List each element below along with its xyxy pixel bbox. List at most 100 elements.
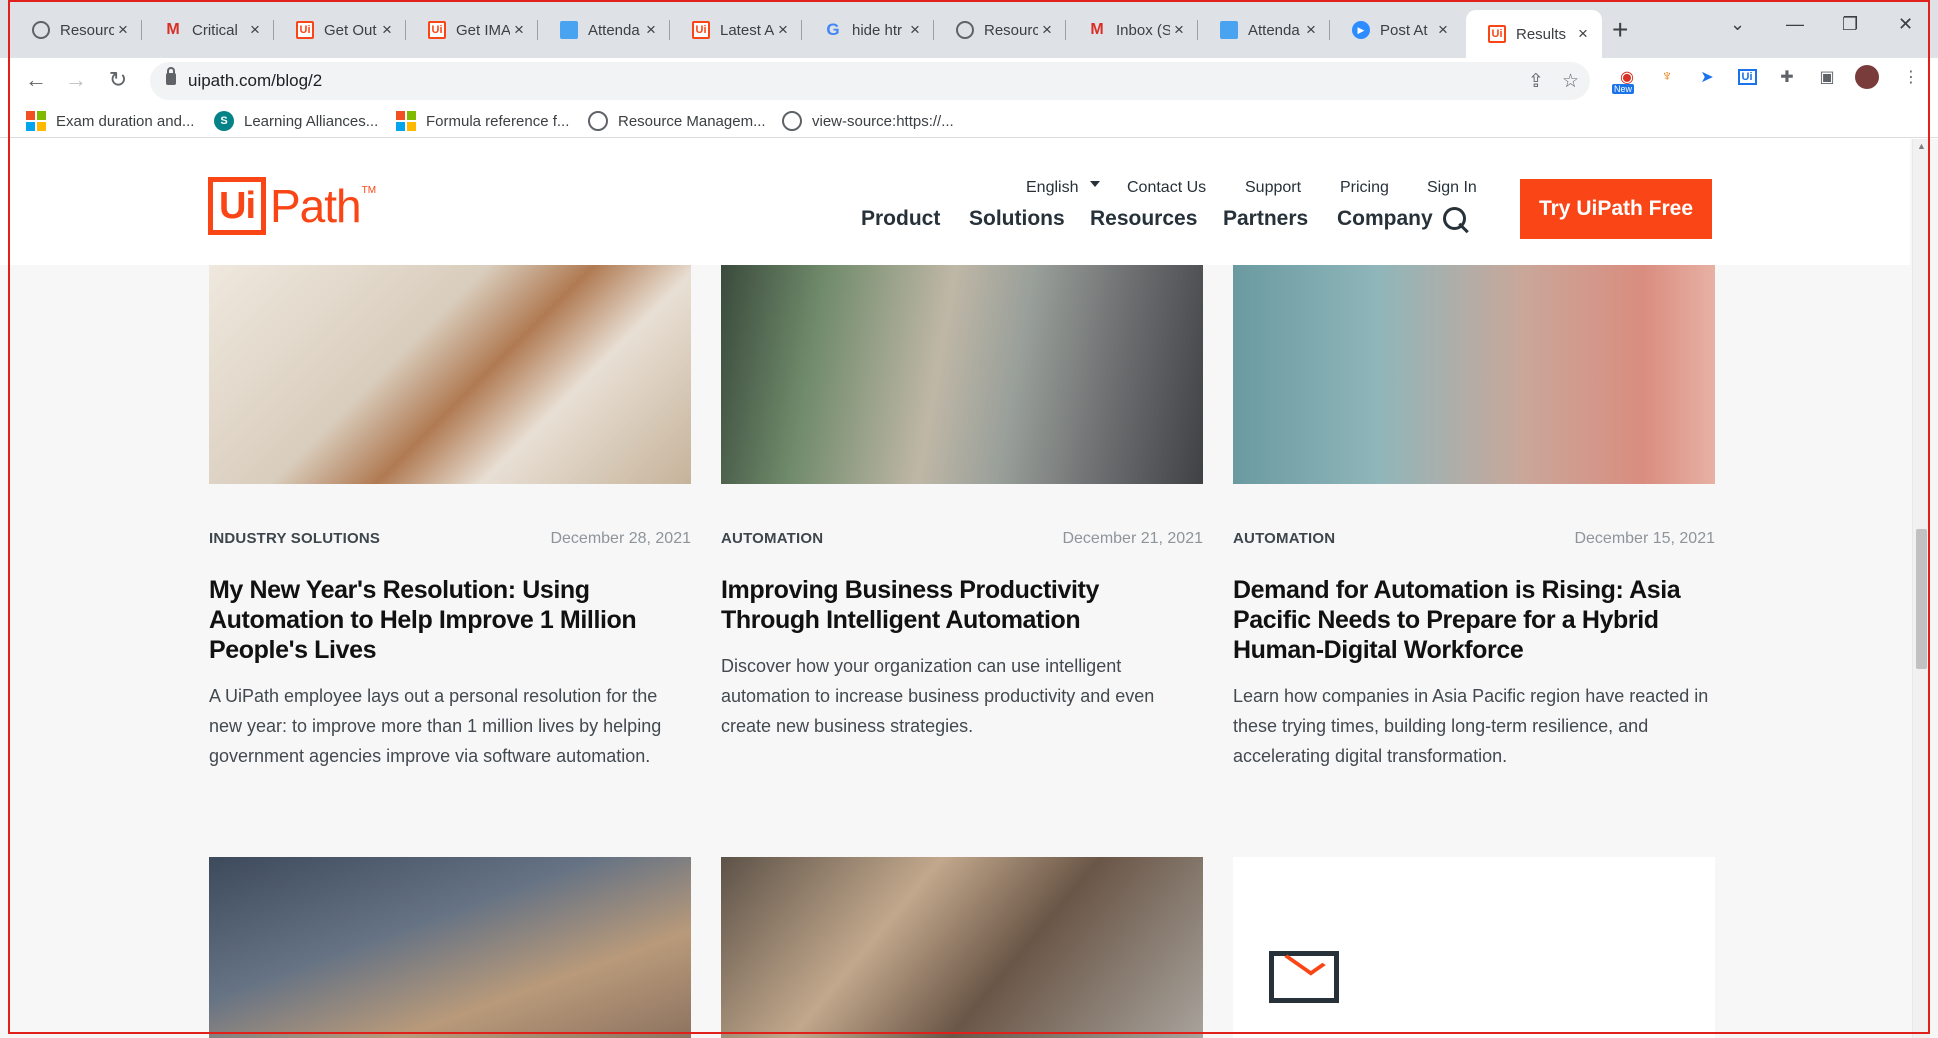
browser-tab[interactable]: M Critical × (142, 12, 274, 48)
tab-label: Attenda (1248, 21, 1300, 39)
page-scrollbar[interactable]: ▲ (1912, 139, 1930, 1038)
tab-close-icon[interactable]: × (1574, 24, 1592, 44)
logo-trademark: TM (361, 185, 377, 196)
gmail-icon: M (166, 21, 180, 38)
browser-tab[interactable]: Ui Get IMA × (406, 12, 538, 48)
scroll-up-icon[interactable]: ▲ (1917, 141, 1926, 151)
restore-icon[interactable]: ❐ (1842, 14, 1858, 35)
newsletter-card[interactable] (1233, 857, 1715, 1038)
language-selector[interactable]: English (1026, 179, 1078, 197)
globe-icon (588, 111, 608, 131)
contact-link[interactable]: Contact Us (1127, 179, 1206, 197)
extensions-puzzle-icon[interactable]: ✚ (1774, 64, 1800, 90)
post-description: Discover how your organization can use i… (721, 656, 1155, 736)
site-header: Ui Path TM English Contact Us Support Pr… (0, 139, 1910, 265)
signin-link[interactable]: Sign In (1427, 179, 1477, 197)
forward-icon[interactable]: → (60, 64, 92, 96)
reload-icon[interactable]: ↻ (102, 64, 134, 96)
pricing-link[interactable]: Pricing (1340, 179, 1389, 197)
close-window-icon[interactable]: ✕ (1898, 14, 1913, 35)
tab-close-icon[interactable]: × (1170, 20, 1188, 40)
uipath-logo[interactable]: Ui Path TM (208, 177, 376, 235)
nav-partners[interactable]: Partners (1223, 207, 1308, 231)
tab-label: Attenda (588, 21, 640, 39)
post-image[interactable] (1233, 265, 1715, 484)
tab-close-icon[interactable]: × (1434, 20, 1452, 40)
tab-label: Results (1516, 25, 1567, 43)
nav-company[interactable]: Company (1337, 207, 1433, 231)
browser-tab[interactable]: M Inbox (S × (1066, 12, 1198, 48)
tab-search-chevron-icon[interactable]: ⌄ (1730, 14, 1745, 35)
extension-uipath-icon[interactable]: Ui (1734, 64, 1760, 90)
gmail-icon: M (1090, 21, 1104, 38)
post-image[interactable] (721, 857, 1203, 1038)
browser-tab[interactable]: Ui Get Out × (274, 12, 406, 48)
nav-solutions[interactable]: Solutions (969, 207, 1065, 231)
post-date: December 28, 2021 (550, 530, 691, 547)
extension-arrow-icon[interactable]: ➤ (1694, 64, 1720, 90)
share-icon[interactable]: ⇪ (1528, 70, 1544, 93)
post-date: December 15, 2021 (1574, 530, 1715, 547)
doc-icon (1220, 21, 1238, 39)
bookmark-item[interactable]: Exam duration and... (26, 111, 194, 131)
bookmark-item[interactable]: Formula reference f... (396, 111, 569, 131)
tab-close-icon[interactable]: × (246, 20, 264, 40)
extension-figure-icon[interactable]: ♆ (1654, 64, 1680, 90)
tab-close-icon[interactable]: × (114, 20, 132, 40)
post-title[interactable]: Demand for Automation is Rising: Asia Pa… (1233, 575, 1715, 665)
post-image[interactable] (721, 265, 1203, 484)
extension-new-icon[interactable]: New ◉ (1612, 64, 1640, 94)
bookmark-item[interactable]: Resource Managem... (588, 111, 766, 131)
tab-close-icon[interactable]: × (1038, 20, 1056, 40)
browser-tab[interactable]: Resourc × (10, 12, 142, 48)
menu-kebab-icon[interactable]: ⋮ (1898, 64, 1924, 90)
tab-close-icon[interactable]: × (642, 20, 660, 40)
side-panel-icon[interactable]: ▣ (1814, 64, 1840, 90)
profile-avatar[interactable] (1854, 64, 1880, 90)
mail-icon (1269, 951, 1339, 1003)
bookmark-item[interactable]: S Learning Alliances... (214, 111, 378, 131)
search-icon[interactable] (1443, 207, 1471, 237)
globe-icon (956, 21, 974, 39)
tab-close-icon[interactable]: × (1302, 20, 1320, 40)
bookmark-item[interactable]: view-source:https://... (782, 111, 954, 131)
lock-icon[interactable] (166, 67, 176, 85)
post-description: Learn how companies in Asia Pacific regi… (1233, 686, 1709, 766)
tab-close-icon[interactable]: × (378, 20, 396, 40)
support-link[interactable]: Support (1245, 179, 1301, 197)
scrollbar-thumb[interactable] (1916, 529, 1927, 669)
browser-tab[interactable]: Ui Latest A × (670, 12, 802, 48)
uipath-icon: Ui (1488, 25, 1506, 43)
try-free-button[interactable]: Try UiPath Free (1520, 179, 1712, 239)
tab-close-icon[interactable]: × (906, 20, 924, 40)
address-bar[interactable]: uipath.com/blog/2 ⇪ ☆ (150, 62, 1590, 100)
tab-close-icon[interactable]: × (774, 20, 792, 40)
post-image[interactable] (209, 857, 691, 1038)
browser-tab[interactable]: Attenda × (1198, 12, 1330, 48)
tab-label: hide htr (852, 21, 903, 39)
browser-tab-active[interactable]: Ui Results × (1466, 10, 1602, 58)
post-title[interactable]: Improving Business Productivity Through … (721, 575, 1203, 635)
new-tab-button[interactable]: + (1612, 14, 1628, 46)
post-title[interactable]: My New Year's Resolution: Using Automati… (209, 575, 691, 665)
browser-tab[interactable]: G hide htr × (802, 12, 934, 48)
browser-tab[interactable]: Attenda × (538, 12, 670, 48)
browser-tab[interactable]: Resourc × (934, 12, 1066, 48)
nav-product[interactable]: Product (861, 207, 940, 231)
uipath-icon: Ui (296, 21, 314, 39)
tab-strip: Resourc × M Critical × Ui Get Out × Ui G… (0, 0, 1938, 58)
post-image[interactable] (209, 265, 691, 484)
microsoft-icon (26, 111, 46, 131)
bookmark-label: Exam duration and... (56, 112, 195, 130)
tab-label: Critical (192, 21, 238, 39)
tab-label: Latest A (720, 21, 774, 39)
bookmark-star-icon[interactable]: ☆ (1562, 70, 1579, 93)
browser-tab[interactable]: ▶ Post At × (1330, 12, 1462, 48)
nav-resources[interactable]: Resources (1090, 207, 1197, 231)
bookmark-label: view-source:https://... (812, 112, 954, 130)
chevron-down-icon[interactable] (1090, 181, 1100, 187)
minimize-icon[interactable]: — (1786, 14, 1804, 35)
back-icon[interactable]: ← (20, 64, 52, 96)
tab-close-icon[interactable]: × (510, 20, 528, 40)
url-text[interactable]: uipath.com/blog/2 (188, 71, 322, 91)
